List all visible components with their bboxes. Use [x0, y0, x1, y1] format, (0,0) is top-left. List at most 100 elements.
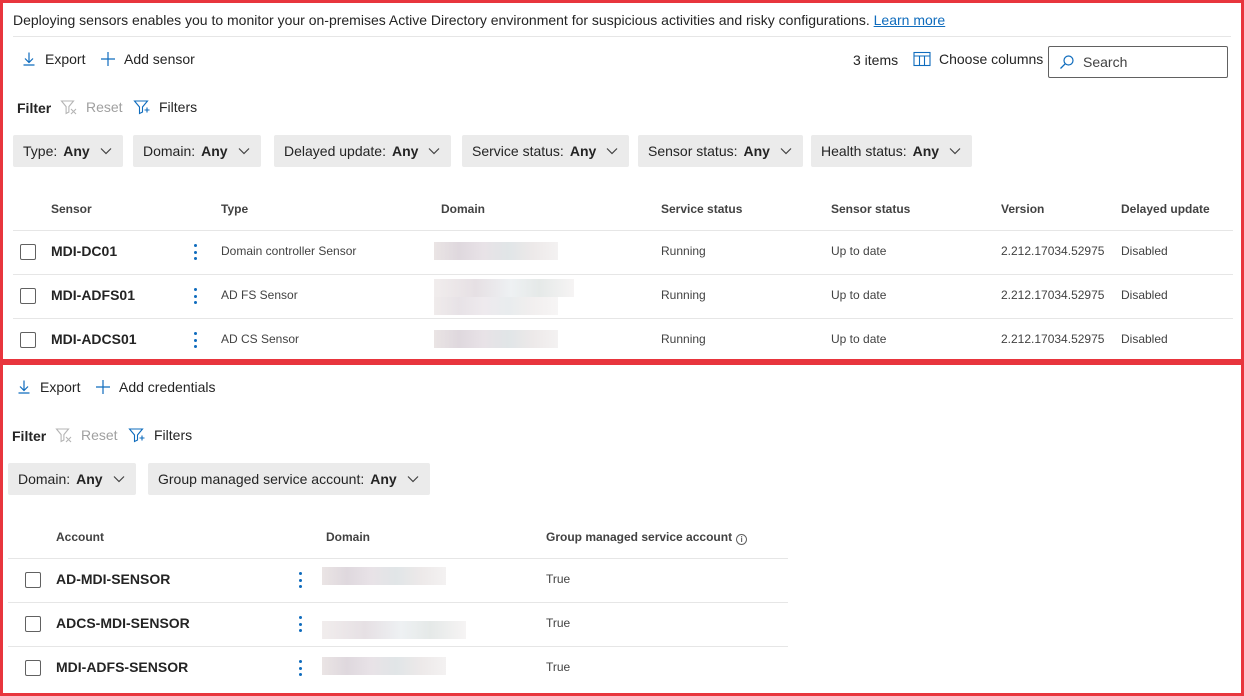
row-checkbox[interactable] [25, 616, 41, 632]
row-checkbox[interactable] [20, 332, 36, 348]
sensor-version: 2.212.17034.52975 [1001, 332, 1105, 346]
account-name[interactable]: MDI-ADFS-SENSOR [56, 659, 188, 675]
delayed-update-status: Disabled [1121, 244, 1168, 258]
type-filter-chip[interactable]: Type: Any [13, 135, 123, 167]
col-header-service-status[interactable]: Service status [661, 202, 742, 216]
service-status: Running [661, 244, 706, 258]
redacted-domain [434, 297, 558, 315]
chevron-down-icon [949, 148, 961, 155]
col-header-sensor-status[interactable]: Sensor status [831, 202, 910, 216]
col-header-domain[interactable]: Domain [326, 530, 370, 544]
chip-label: Service status: [472, 143, 564, 159]
table-header-divider [8, 558, 788, 559]
chip-label: Health status: [821, 143, 907, 159]
row-checkbox[interactable] [20, 244, 36, 260]
row-checkbox[interactable] [20, 288, 36, 304]
chevron-down-icon [428, 148, 440, 155]
service-status: Running [661, 332, 706, 346]
filters-button[interactable]: Filters [128, 427, 192, 443]
more-actions-icon[interactable] [193, 332, 197, 348]
row-checkbox[interactable] [25, 660, 41, 676]
more-actions-icon[interactable] [193, 288, 197, 304]
sensor-status: Up to date [831, 244, 887, 258]
gmsa-value: True [546, 572, 571, 586]
col-header-type[interactable]: Type [221, 202, 248, 216]
row-checkbox[interactable] [25, 572, 41, 588]
export-label: Export [45, 51, 86, 67]
download-icon [23, 52, 35, 66]
chip-label: Delayed update: [284, 143, 386, 159]
sensor-name[interactable]: MDI-DC01 [51, 243, 117, 259]
columns-icon [913, 51, 931, 67]
reset-button[interactable]: Reset [60, 99, 123, 115]
health-status-filter-chip[interactable]: Health status: Any [811, 135, 973, 167]
chip-value: Any [76, 471, 103, 487]
redacted-domain [322, 567, 446, 585]
sensor-type: AD CS Sensor [221, 332, 300, 346]
delayed-update-status: Disabled [1121, 288, 1168, 302]
search-input[interactable]: Search [1048, 46, 1228, 78]
add-credentials-button[interactable]: Add credentials [95, 379, 216, 395]
sensor-status-filter-chip[interactable]: Sensor status: Any [638, 135, 803, 167]
plus-icon [101, 52, 115, 66]
col-header-domain[interactable]: Domain [441, 202, 485, 216]
col-header-delayed-update[interactable]: Delayed update [1121, 202, 1210, 216]
sensor-name[interactable]: MDI-ADFS01 [51, 287, 135, 303]
export-button[interactable]: Export [16, 379, 80, 395]
choose-columns-button[interactable]: Choose columns [913, 51, 1043, 67]
more-actions-icon[interactable] [298, 616, 302, 632]
table-header-divider [13, 230, 1233, 231]
row-divider [8, 646, 788, 647]
col-header-version[interactable]: Version [1001, 202, 1044, 216]
domain-filter-chip[interactable]: Domain: Any [133, 135, 261, 167]
plus-icon [96, 380, 110, 394]
service-status-filter-chip[interactable]: Service status: Any [462, 135, 630, 167]
chevron-down-icon [780, 148, 792, 155]
account-name[interactable]: AD-MDI-SENSOR [56, 571, 170, 587]
sensor-name[interactable]: MDI-ADCS01 [51, 331, 137, 347]
learn-more-link[interactable]: Learn more [874, 12, 946, 28]
col-header-gmsa-label: Group managed service account [546, 530, 733, 544]
item-count: 3 items [853, 52, 899, 68]
add-sensor-button[interactable]: Add sensor [100, 51, 195, 67]
sensor-type: Domain controller Sensor [221, 244, 357, 258]
more-actions-icon[interactable] [298, 660, 302, 676]
more-actions-icon[interactable] [193, 244, 197, 260]
chevron-down-icon [238, 148, 250, 155]
chevron-down-icon [113, 476, 125, 483]
col-header-sensor[interactable]: Sensor [51, 202, 92, 216]
add-sensor-label: Add sensor [124, 51, 195, 67]
credentials-panel: Export Add credentials Filter Reset Filt… [0, 362, 1244, 696]
chip-value: Any [370, 471, 397, 487]
redacted-domain [434, 242, 558, 260]
more-actions-icon[interactable] [298, 572, 302, 588]
info-icon[interactable]: i [736, 534, 748, 545]
sensor-type: AD FS Sensor [221, 288, 298, 302]
row-divider [8, 602, 788, 603]
domain-filter-chip[interactable]: Domain: Any [8, 463, 136, 495]
reset-button[interactable]: Reset [55, 427, 118, 443]
chip-label: Type: [23, 143, 58, 159]
filters-label: Filters [159, 99, 198, 115]
filter-clear-icon [60, 100, 77, 115]
col-header-gmsa[interactable]: Group managed service account i [546, 530, 748, 545]
chip-value: Any [391, 143, 419, 159]
col-header-account[interactable]: Account [56, 530, 104, 544]
chip-value: Any [201, 143, 228, 159]
export-button[interactable]: Export [21, 51, 85, 67]
gmsa-value: True [546, 616, 571, 630]
filter-label: Filter [17, 100, 52, 116]
chevron-down-icon [606, 148, 618, 155]
search-placeholder: Search [1083, 54, 1128, 70]
gmsa-filter-chip[interactable]: Group managed service account: Any [148, 463, 430, 495]
chip-value: Any [63, 143, 90, 159]
delayed-update-status: Disabled [1121, 332, 1168, 346]
filters-button[interactable]: Filters [133, 99, 197, 115]
export-label: Export [40, 379, 81, 395]
sensor-version: 2.212.17034.52975 [1001, 288, 1105, 302]
chip-value: Any [569, 143, 597, 159]
redacted-domain [322, 621, 466, 639]
account-name[interactable]: ADCS-MDI-SENSOR [56, 615, 190, 631]
delayed-update-filter-chip[interactable]: Delayed update: Any [274, 135, 452, 167]
add-credentials-label: Add credentials [119, 379, 216, 395]
